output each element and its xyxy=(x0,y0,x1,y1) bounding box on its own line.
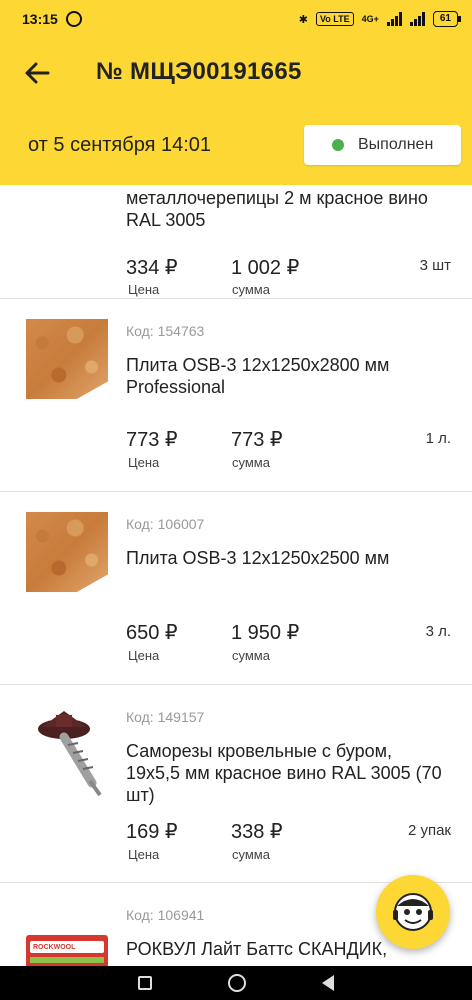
back-button[interactable] xyxy=(20,56,54,90)
sum-label: сумма xyxy=(232,282,270,297)
price-label: Цена xyxy=(128,648,160,663)
item-sum: 773 ₽ xyxy=(231,429,283,451)
list-item[interactable]: Код: 154763 Плита OSB-3 12x1250x2800 мм … xyxy=(0,299,472,492)
sum-label: сумма xyxy=(232,648,270,663)
sum-label: сумма xyxy=(232,455,270,470)
item-price: 650 ₽ xyxy=(126,622,178,644)
page-title: № МЩЭ00191665 xyxy=(96,58,302,85)
roofing-screw-thumbnail-icon xyxy=(38,711,102,797)
arrow-back-icon xyxy=(25,62,50,84)
osb-board-thumbnail-icon xyxy=(26,319,108,399)
battery-icon: 61 xyxy=(432,11,462,27)
order-header: № МЩЭ00191665 от 5 сентября 14:01 Выполн… xyxy=(0,38,472,185)
status-badge: Выполнен xyxy=(304,125,461,165)
item-code: Код: 106941 xyxy=(126,907,205,923)
item-sum: 338 ₽ xyxy=(231,821,283,843)
status-label: Выполнен xyxy=(358,136,434,153)
item-qty: 2 упак xyxy=(407,822,451,839)
status-time: 13:15 xyxy=(22,11,58,27)
item-qty: 1 л. xyxy=(425,430,451,447)
nav-back-icon[interactable] xyxy=(322,975,334,991)
rockwool-brand-label: ROCKWOOL xyxy=(33,943,76,951)
recent-apps-icon[interactable] xyxy=(138,976,152,990)
status-dot-icon xyxy=(332,139,344,151)
order-items-list[interactable]: металлочерепицы 2 м красное вино RAL 300… xyxy=(0,185,472,966)
item-sum: 1 950 ₽ xyxy=(231,622,300,644)
price-label: Цена xyxy=(128,847,160,862)
order-date: от 5 сентября 14:01 xyxy=(28,134,212,156)
item-name: Плита OSB-3 12x1250x2800 мм Professional xyxy=(126,355,390,397)
item-price: 773 ₽ xyxy=(126,429,178,451)
item-name: металлочерепицы 2 м красное вино RAL 300… xyxy=(126,188,428,230)
list-item[interactable]: Код: 106007 Плита OSB-3 12x1250x2500 мм … xyxy=(0,492,472,685)
list-item[interactable]: металлочерепицы 2 м красное вино RAL 300… xyxy=(0,185,472,299)
price-label: Цена xyxy=(128,282,160,297)
list-item[interactable]: Код: 149157 Саморезы кровельные с буром,… xyxy=(0,685,472,883)
item-code: Код: 154763 xyxy=(126,323,205,339)
support-button[interactable] xyxy=(376,875,450,949)
item-name: Плита OSB-3 12x1250x2500 мм xyxy=(126,548,390,568)
rockwool-package-thumbnail-icon: ROCKWOOL xyxy=(26,935,108,966)
osb-board-thumbnail-icon xyxy=(26,512,108,592)
home-icon[interactable] xyxy=(228,974,246,992)
signal-icon-2 xyxy=(409,12,425,26)
price-label: Цена xyxy=(128,455,160,470)
network-type: 4G+ xyxy=(361,14,379,24)
bluetooth-icon: ✱ xyxy=(298,13,308,26)
status-icons: ✱ Vo LTE 4G+ 61 xyxy=(298,11,462,27)
item-name: Саморезы кровельные с буром, 19x5,5 мм к… xyxy=(126,741,442,805)
support-mascot-icon xyxy=(393,893,433,931)
item-qty: 3 л. xyxy=(425,623,451,640)
item-price: 169 ₽ xyxy=(126,821,178,843)
sum-label: сумма xyxy=(232,847,270,862)
volte-badge: Vo LTE xyxy=(315,12,354,26)
system-nav-bar xyxy=(0,966,472,1000)
item-code: Код: 149157 xyxy=(126,709,205,725)
item-price: 334 ₽ xyxy=(126,257,178,279)
alarm-icon xyxy=(65,11,82,27)
item-sum: 1 002 ₽ xyxy=(231,257,300,279)
signal-icon xyxy=(386,12,402,26)
status-bar: 13:15 ✱ Vo LTE 4G+ 61 xyxy=(0,0,472,38)
item-code: Код: 106007 xyxy=(126,516,205,532)
roof-tile-thumbnail-icon xyxy=(26,185,108,189)
item-qty: 3 шт xyxy=(419,257,451,274)
